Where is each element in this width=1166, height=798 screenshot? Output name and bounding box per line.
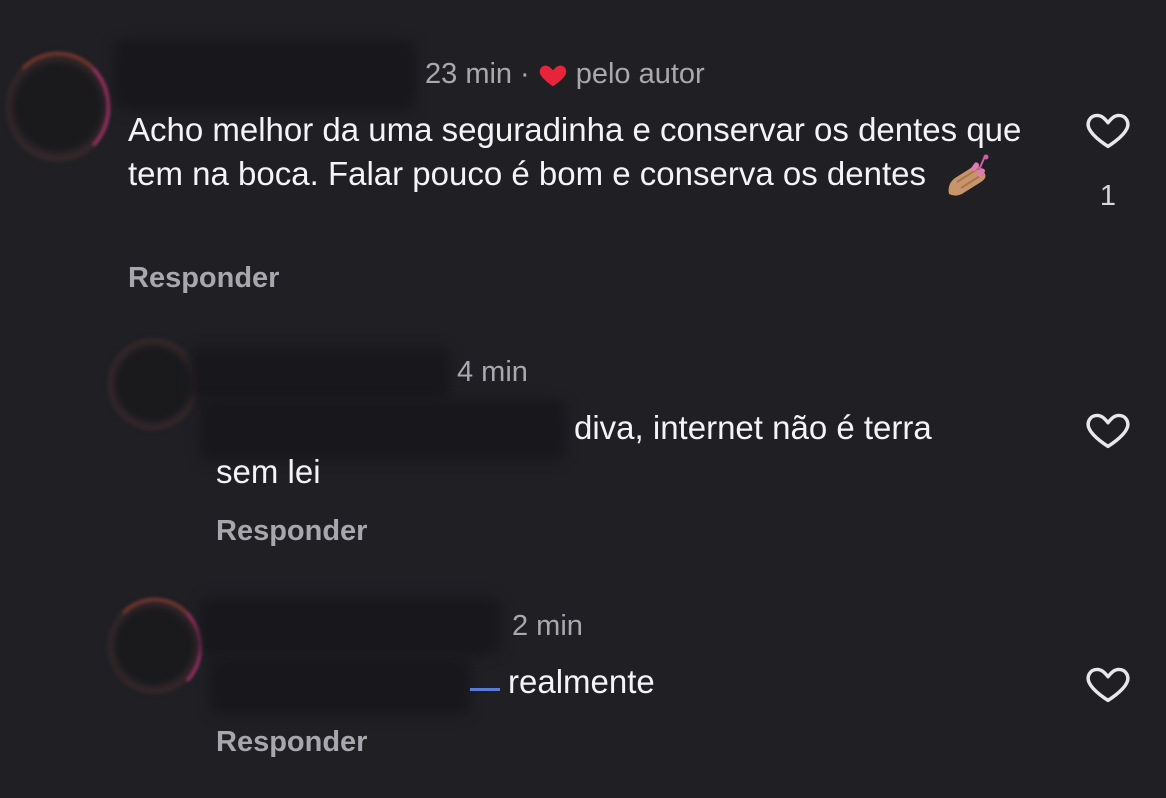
like-heart-icon[interactable] xyxy=(1086,410,1130,450)
liked-by-author-label: pelo autor xyxy=(575,58,705,90)
comment-item: 4 min diva, internet não é terra sem lei… xyxy=(0,320,1166,570)
comment-text: diva, internet não é terra xyxy=(574,409,932,446)
comment-time: 23 min xyxy=(425,58,513,90)
like-heart-icon[interactable] xyxy=(1086,664,1130,704)
comment-text: realmente xyxy=(470,660,870,704)
redacted-mention xyxy=(210,658,470,714)
comment-meta: 4 min xyxy=(457,356,528,389)
reply-button[interactable]: Responder xyxy=(216,726,367,759)
story-ring xyxy=(6,52,110,162)
like-count: 1 xyxy=(1099,180,1117,212)
comment-time: 4 min xyxy=(457,356,528,388)
comment-item: 2 min realmente Responder xyxy=(0,570,1166,798)
comment-time: 2 min xyxy=(512,610,583,642)
reply-button[interactable]: Responder xyxy=(128,262,279,295)
redacted-username xyxy=(190,348,450,400)
reply-button[interactable]: Responder xyxy=(216,515,367,548)
avatar[interactable] xyxy=(108,338,198,430)
comment-text-continued: sem lei xyxy=(216,453,321,490)
like-heart-icon[interactable] xyxy=(1086,110,1130,150)
comment-text: Acho melhor da uma seguradinha e conserv… xyxy=(128,108,1028,198)
mention-underline xyxy=(470,688,500,691)
nail-polish-icon xyxy=(948,154,989,196)
comment-item: 23 min · pelo autor Acho melhor da uma s… xyxy=(0,0,1166,320)
comments-thread: 23 min · pelo autor Acho melhor da uma s… xyxy=(0,0,1166,798)
author-heart-icon xyxy=(539,65,566,86)
meta-separator: · xyxy=(520,58,530,90)
story-ring xyxy=(108,598,202,696)
redacted-username xyxy=(115,40,415,110)
redacted-username xyxy=(200,598,500,654)
comment-meta: 2 min xyxy=(512,610,583,643)
comment-meta: 23 min · pelo autor xyxy=(425,58,705,91)
